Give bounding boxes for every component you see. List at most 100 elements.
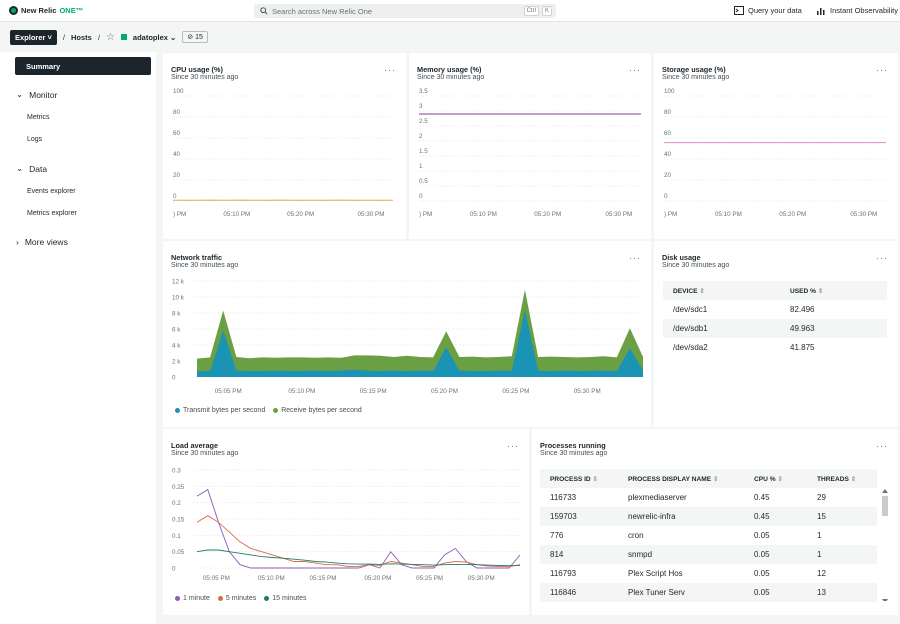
x-tick-label: 05:15 PM: [360, 388, 387, 395]
threads-cell: 13: [817, 588, 826, 597]
more-options-icon[interactable]: ···: [876, 253, 888, 263]
explorer-label: Explorer: [15, 32, 46, 42]
column-header-used[interactable]: USED % ⇕: [780, 287, 823, 295]
table-row[interactable]: 814 snmpd 0.05 1: [540, 545, 877, 564]
y-tick-label: 3.5: [419, 88, 428, 95]
column-header-label: CPU %: [754, 475, 776, 483]
entity-name-dropdown[interactable]: adatoplex ⌄: [133, 33, 176, 42]
disk-usage-card: Disk usage Since 30 minutes ago ··· DEVI…: [654, 241, 898, 427]
process-id-cell: 116846: [550, 588, 577, 597]
x-tick-label: 05:05 PM: [215, 388, 242, 395]
search-icon: [260, 7, 268, 15]
sidebar-item-events-explorer[interactable]: Events explorer: [27, 188, 76, 195]
process-name-cell: plexmediaserver: [628, 493, 687, 502]
x-tick-label: 05:10 PM: [258, 575, 285, 582]
tags-count: 15: [195, 34, 203, 41]
column-header-process-name[interactable]: PROCESS DISPLAY NAME ⇕: [618, 475, 744, 483]
more-options-icon[interactable]: ···: [876, 441, 888, 451]
process-id-cell: 116733: [550, 493, 577, 502]
y-tick-label: 0.05: [172, 549, 185, 556]
column-header-process-id[interactable]: PROCESS ID ⇕: [540, 475, 618, 483]
x-tick-label: 05:20 PM: [534, 211, 561, 218]
processes-table: PROCESS ID ⇕ PROCESS DISPLAY NAME ⇕ CPU …: [540, 469, 877, 602]
search-placeholder: Search across New Relic One: [272, 6, 373, 16]
sidebar-group-more-views[interactable]: › More views: [16, 237, 68, 247]
device-cell: /dev/sdc1: [673, 305, 708, 314]
tags-button[interactable]: ⊘ 15: [182, 31, 208, 43]
cpu-cell: 0.05: [754, 588, 770, 597]
favorite-star-icon[interactable]: ☆: [106, 32, 115, 43]
x-tick-label: 05:10 PM: [223, 211, 250, 218]
sidebar-group-data[interactable]: ⌄ Data: [16, 163, 47, 174]
sidebar-item-summary[interactable]: Summary: [15, 57, 151, 75]
chevron-down-icon: ⌄: [16, 163, 24, 173]
shortcut-key-ctrl: Ctrl: [523, 6, 539, 16]
legend-item-transmit[interactable]: Transmit bytes per second: [175, 407, 265, 414]
cpu-usage-card: CPU usage (%) Since 30 minutes ago ··· 1…: [163, 53, 406, 239]
y-tick-label: 2.5: [419, 118, 428, 125]
sidebar-item-metrics-explorer[interactable]: Metrics explorer: [27, 210, 77, 217]
column-header-threads[interactable]: THREADS ⇕: [807, 475, 856, 483]
explorer-button[interactable]: Explorer ˅: [10, 29, 57, 45]
process-id-cell: 116793: [550, 569, 577, 578]
new-relic-logo[interactable]: New Relic ONE™: [9, 6, 83, 15]
sidebar-item-logs[interactable]: Logs: [27, 136, 42, 143]
global-search-input[interactable]: Search across New Relic One Ctrl K: [254, 4, 556, 18]
legend-label: 15 minutes: [272, 595, 307, 602]
sort-icon: ⇕: [699, 287, 705, 295]
logo-text: New Relic: [21, 6, 57, 15]
y-tick-label: 10 k: [172, 295, 185, 302]
table-row[interactable]: /dev/sdb1 49.963: [663, 319, 887, 338]
y-tick-label: 60: [173, 130, 181, 137]
column-header-cpu[interactable]: CPU % ⇕: [744, 475, 807, 483]
legend-dot: [175, 596, 180, 601]
load-average-card: Load average Since 30 minutes ago ··· 0.…: [163, 429, 529, 615]
x-tick-label: 05:10 PM: [288, 388, 315, 395]
y-tick-label: 0: [172, 566, 176, 573]
legend-item-receive[interactable]: Receive bytes per second: [273, 407, 362, 414]
instant-observability-button[interactable]: Instant Observability: [816, 6, 898, 15]
sidebar-group-monitor[interactable]: ⌄ Monitor: [16, 89, 57, 100]
legend-item-15-minutes[interactable]: 15 minutes: [264, 595, 306, 602]
load-average-chart: 0.3 0.25 0.2 0.15 0.1 0.05 0 05:05 PM 05:10 PM 05…: [172, 468, 521, 582]
y-tick-label: 0: [172, 375, 176, 382]
scroll-thumb[interactable]: [882, 496, 888, 516]
health-status-icon: [120, 34, 127, 40]
column-header-device[interactable]: DEVICE ⇕: [663, 287, 780, 295]
legend-item-5-minutes[interactable]: 5 minutes: [217, 595, 256, 602]
device-cell: /dev/sda2: [673, 343, 708, 352]
legend-dot: [175, 408, 180, 413]
table-row[interactable]: 776 cron 0.05 1: [540, 526, 877, 545]
table-row[interactable]: /dev/sda2 41.875: [663, 338, 887, 357]
table-row[interactable]: 116733 plexmediaserver 0.45 29: [540, 488, 877, 507]
sort-icon: ⇕: [777, 475, 783, 483]
card-title: Processes running: [540, 441, 606, 450]
network-legend: Transmit bytes per second Receive bytes …: [175, 407, 362, 414]
threads-cell: 29: [817, 493, 826, 502]
x-tick-label: 05:10 PM: [715, 211, 742, 218]
scroll-up-icon[interactable]: [882, 489, 888, 493]
x-tick-label: 05:30 PM: [468, 575, 495, 582]
x-tick-label: 05:30 PM: [850, 211, 877, 218]
network-traffic-chart: 12 k 10 k 8 k 6 k 4 k 2 k 0 05:05 PM 05:10 PM 05:…: [172, 279, 643, 395]
table-header: PROCESS ID ⇕ PROCESS DISPLAY NAME ⇕ CPU …: [540, 469, 877, 488]
y-tick-label: 0.3: [172, 468, 181, 475]
scroll-down-icon[interactable]: [882, 599, 888, 601]
y-tick-label: 20: [664, 172, 672, 179]
sidebar-item-metrics[interactable]: Metrics: [27, 114, 50, 121]
card-subtitle: Since 30 minutes ago: [540, 450, 608, 457]
query-your-data-button[interactable]: Query your data: [734, 6, 802, 15]
table-row[interactable]: /dev/sdc1 82.496: [663, 300, 887, 319]
table-scrollbar[interactable]: [882, 489, 888, 601]
table-header: DEVICE ⇕ USED % ⇕: [663, 281, 887, 300]
breadcrumb-hosts[interactable]: Hosts: [71, 33, 92, 42]
table-row[interactable]: 116793 Plex Script Hos 0.05 12: [540, 564, 877, 583]
sidebar-group-label: Monitor: [29, 89, 58, 100]
table-row[interactable]: 159703 newrelic-infra 0.45 15: [540, 507, 877, 526]
legend-item-1-minute[interactable]: 1 minute: [175, 595, 210, 602]
table-row[interactable]: 116846 Plex Tuner Serv 0.05 13: [540, 583, 877, 602]
series-line: [196, 515, 521, 568]
column-header-label: PROCESS ID: [550, 475, 591, 483]
card-title: Disk usage: [662, 253, 701, 262]
sort-icon: ⇕: [817, 287, 824, 295]
